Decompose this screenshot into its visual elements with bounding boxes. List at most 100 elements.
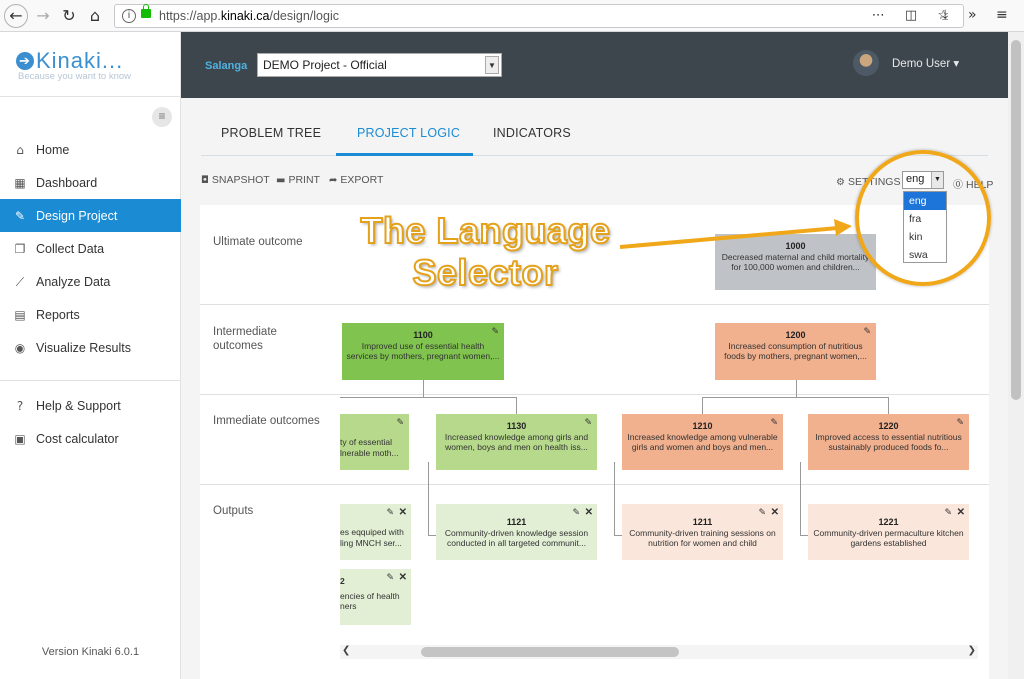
sidebar-item-dashboard[interactable]: ▦ Dashboard bbox=[0, 166, 181, 199]
active-tab-indicator bbox=[336, 153, 473, 156]
edit-pencil-icon[interactable]: ✎ bbox=[396, 418, 404, 429]
avatar[interactable] bbox=[853, 50, 879, 76]
language-dropdown: eng fra kin swa bbox=[903, 191, 947, 263]
edit-pencil-icon[interactable]: ✎ bbox=[386, 508, 394, 519]
reload-icon[interactable]: ↻ bbox=[58, 5, 80, 27]
sidebar-item-label: Collect Data bbox=[36, 241, 105, 256]
sidebar-item-cost-calculator[interactable]: ▣ Cost calculator bbox=[0, 422, 181, 455]
file-icon: ▤ bbox=[14, 307, 26, 322]
project-select[interactable]: DEMO Project - Official ▼ bbox=[257, 53, 502, 77]
output-card-1211[interactable]: ✎ ✕ 1211 Community-driven training sessio… bbox=[622, 504, 783, 560]
logic-card-1130[interactable]: ✎ 1130 Increased knowledge among girls a… bbox=[436, 414, 597, 470]
sidebar-item-label: Dashboard bbox=[36, 175, 98, 190]
browser-toolbar: ← → ↻ ⌂ i https://app.kinaki.ca/design/l… bbox=[0, 0, 1024, 32]
sidebar-item-reports[interactable]: ▤ Reports bbox=[0, 298, 181, 331]
sidebar-item-design-project[interactable]: ✎ Design Project bbox=[0, 199, 181, 232]
scroll-thumb[interactable] bbox=[421, 647, 679, 657]
card-id: 2 bbox=[340, 576, 345, 586]
edit-pencil-icon[interactable]: ✎ bbox=[944, 508, 952, 519]
connector-line bbox=[888, 397, 889, 414]
card-id: 1100 bbox=[413, 330, 433, 340]
row-label-intermediate: Intermediate outcomes bbox=[213, 326, 277, 352]
output-card-1121[interactable]: ✎ ✕ 1121 Community-driven knowledge sessi… bbox=[436, 504, 597, 560]
tab-project-logic[interactable]: PROJECT LOGIC bbox=[357, 126, 460, 140]
logic-card-1210[interactable]: ✎ 1210 Increased knowledge among vulnera… bbox=[622, 414, 783, 470]
connector-line bbox=[428, 462, 429, 535]
snapshot-button[interactable]: ◘ SNAPSHOT bbox=[201, 174, 270, 186]
hamburger-menu-icon[interactable]: ≡ bbox=[996, 7, 1008, 23]
edit-pencil-icon[interactable]: ✎ bbox=[491, 327, 499, 338]
sidebar-item-analyze-data[interactable]: ⟋ Analyze Data bbox=[0, 265, 181, 298]
card-text: Improved access to essential nutritious … bbox=[815, 431, 962, 453]
lock-icon bbox=[141, 4, 151, 18]
back-arrow-icon[interactable]: ← bbox=[4, 4, 28, 28]
tab-problem-tree[interactable]: PROBLEM TREE bbox=[221, 126, 321, 140]
edit-pencil-icon[interactable]: ✎ bbox=[770, 418, 778, 429]
logic-card-1220[interactable]: ✎ 1220 Improved access to essential nutr… bbox=[808, 414, 969, 470]
organization-name[interactable]: Salanga bbox=[205, 60, 247, 72]
card-text: Community-driven knowledge session condu… bbox=[444, 527, 589, 549]
scroll-right-icon[interactable]: ❯ bbox=[968, 645, 976, 656]
edit-pencil-icon[interactable]: ✎ bbox=[572, 508, 580, 519]
kinaki-logo[interactable]: ➔ Kinaki... Because you want to know bbox=[16, 48, 131, 82]
sidebar-item-label: Reports bbox=[36, 307, 80, 322]
output-card-partial-2[interactable]: ✎ ✕ 2 encies of health ners bbox=[340, 569, 411, 625]
page-scrollbar[interactable] bbox=[1008, 32, 1024, 679]
url-bar[interactable]: i https://app.kinaki.ca/design/logic ⋯ ◫… bbox=[114, 4, 964, 28]
export-button[interactable]: ➦ EXPORT bbox=[329, 174, 383, 186]
overflow-chevron-icon[interactable]: » bbox=[968, 7, 977, 23]
output-card-partial[interactable]: ✎ ✕ es eqquiped with ling MNCH ser... bbox=[340, 504, 411, 560]
home-browser-icon[interactable]: ⌂ bbox=[84, 5, 106, 27]
card-id: 1200 bbox=[785, 330, 806, 340]
annotation-text: The Language Selector bbox=[353, 209, 618, 294]
sidebar-item-collect-data[interactable]: ❐ Collect Data bbox=[0, 232, 181, 265]
target-icon: ◉ bbox=[14, 340, 26, 355]
close-icon[interactable]: ✕ bbox=[399, 572, 407, 584]
edit-pencil-icon[interactable]: ✎ bbox=[386, 573, 394, 584]
connector-line bbox=[614, 535, 622, 536]
close-icon[interactable]: ✕ bbox=[399, 507, 407, 519]
sidebar-item-help-support[interactable]: ? Help & Support bbox=[0, 389, 181, 422]
edit-pencil-icon[interactable]: ✎ bbox=[956, 418, 964, 429]
card-text: Community-driven training sessions on nu… bbox=[629, 527, 776, 549]
user-menu[interactable]: Demo User ▾ bbox=[892, 56, 959, 70]
card-text: es eqquiped with ling MNCH ser... bbox=[340, 527, 404, 548]
scroll-left-icon[interactable]: ❮ bbox=[342, 645, 350, 656]
language-option-fra[interactable]: fra bbox=[904, 210, 946, 228]
horizontal-scrollbar[interactable]: ❮ ❯ bbox=[340, 645, 978, 659]
close-icon[interactable]: ✕ bbox=[771, 507, 779, 519]
sidebar-item-home[interactable]: ⌂ Home bbox=[0, 133, 181, 166]
edit-pencil-icon[interactable]: ✎ bbox=[863, 327, 871, 338]
divider bbox=[0, 380, 181, 381]
tab-indicators[interactable]: INDICATORS bbox=[493, 126, 571, 140]
logo-tagline: Because you want to know bbox=[18, 71, 132, 82]
forward-arrow-icon[interactable]: → bbox=[32, 5, 54, 27]
download-icon[interactable]: ⤓ bbox=[942, 7, 948, 23]
edit-pencil-icon[interactable]: ✎ bbox=[584, 418, 592, 429]
info-icon[interactable]: i bbox=[122, 9, 136, 23]
logic-card-1100[interactable]: ✎ 1100 Improved use of essential health … bbox=[342, 323, 504, 380]
snapshot-label: SNAPSHOT bbox=[211, 174, 270, 186]
sidebar-item-label: Cost calculator bbox=[36, 431, 119, 446]
language-option-swa[interactable]: swa bbox=[904, 246, 946, 264]
sidebar-collapse-icon[interactable]: ≡ bbox=[152, 107, 172, 127]
close-icon[interactable]: ✕ bbox=[957, 507, 965, 519]
export-label: EXPORT bbox=[340, 174, 384, 186]
language-option-eng[interactable]: eng bbox=[904, 192, 946, 210]
logic-card-1000[interactable]: 1000 Decreased maternal and child mortal… bbox=[715, 234, 876, 290]
print-button[interactable]: ▬ PRINT bbox=[276, 174, 320, 186]
page-scroll-thumb[interactable] bbox=[1011, 40, 1021, 400]
chevron-down-icon: ▼ bbox=[485, 56, 499, 74]
output-card-1221[interactable]: ✎ ✕ 1221 Community-driven permaculture ki… bbox=[808, 504, 969, 560]
line-chart-icon: ⟋ bbox=[15, 274, 25, 289]
connector-line bbox=[702, 397, 888, 398]
close-icon[interactable]: ✕ bbox=[585, 507, 593, 519]
row-label-outputs: Outputs bbox=[213, 505, 254, 517]
sidebar-item-visualize-results[interactable]: ◉ Visualize Results bbox=[0, 331, 181, 364]
language-option-kin[interactable]: kin bbox=[904, 228, 946, 246]
edit-pencil-icon[interactable]: ✎ bbox=[758, 508, 766, 519]
annotation-line: The Language bbox=[359, 209, 611, 252]
sidebar: ➔ Kinaki... Because you want to know ≡ ⌂ H… bbox=[0, 32, 181, 679]
logic-card-1200[interactable]: ✎ 1200 Increased consumption of nutritio… bbox=[715, 323, 876, 380]
logic-card-partial[interactable]: ✎ ty of essential lnerable moth... bbox=[340, 414, 409, 470]
